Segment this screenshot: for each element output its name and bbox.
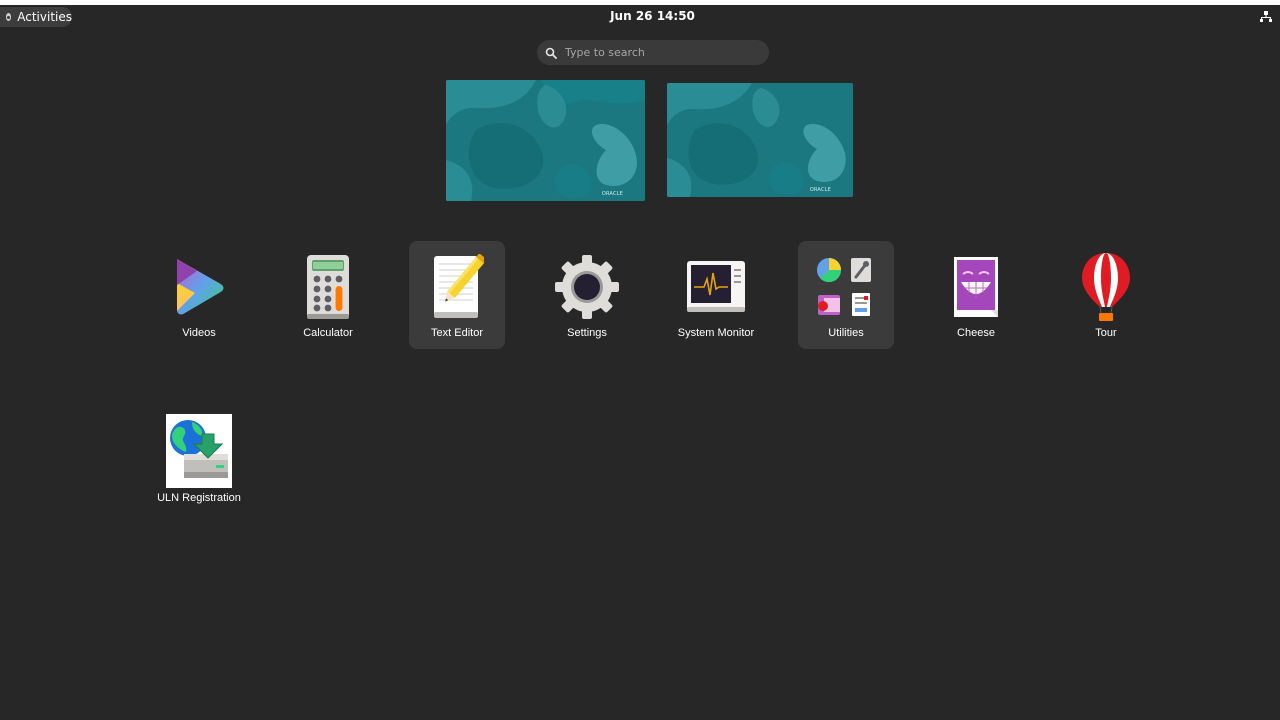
network-wired-icon[interactable] — [1260, 11, 1272, 23]
app-label: Videos — [182, 327, 216, 339]
settings-gear-icon — [555, 255, 619, 319]
app-folder-utilities[interactable]: Utilities — [798, 241, 894, 349]
wallpaper-image — [446, 80, 645, 201]
app-settings[interactable]: Settings — [539, 241, 635, 349]
app-label: Text Editor — [431, 327, 483, 339]
utilities-folder-icon — [817, 258, 871, 316]
workspace-thumbnail-1[interactable]: ORACLE — [446, 80, 645, 201]
tour-balloon-icon — [1082, 253, 1130, 321]
calculator-icon — [307, 255, 349, 319]
app-label: Tour — [1095, 327, 1117, 339]
top-bar: Activities Jun 26 14:50 — [0, 5, 1280, 28]
app-label: System Monitor — [677, 327, 755, 339]
app-text-editor[interactable]: Text Editor — [409, 241, 505, 349]
videos-icon — [177, 259, 224, 315]
activities-overview: Activities Jun 26 14:50 Type to search O… — [0, 0, 1280, 720]
app-system-monitor[interactable]: System Monitor — [668, 241, 764, 349]
cheese-icon — [954, 257, 998, 317]
search-input[interactable] — [565, 46, 755, 59]
workspace-thumbnail-2[interactable]: ORACLE — [667, 83, 853, 197]
wallpaper-brand-text: ORACLE — [601, 191, 623, 197]
app-calculator[interactable]: Calculator — [280, 241, 376, 349]
date-time-clock[interactable]: Jun 26 14:50 — [0, 9, 1280, 23]
wallpaper-image — [667, 83, 853, 197]
app-videos[interactable]: Videos — [151, 241, 247, 349]
search-field[interactable] — [537, 40, 769, 65]
app-tour[interactable]: Tour — [1058, 241, 1154, 349]
app-label: Utilities — [828, 327, 864, 339]
app-cheese[interactable]: Cheese — [928, 241, 1024, 349]
search-icon — [545, 47, 557, 59]
app-label: ULN Registration — [157, 492, 241, 504]
app-label: Cheese — [957, 327, 995, 339]
app-label: Settings — [567, 327, 607, 339]
wallpaper-brand-text: ORACLE — [809, 187, 831, 193]
uln-registration-icon — [166, 414, 232, 488]
app-uln-registration[interactable]: ULN Registration — [151, 405, 247, 513]
app-label: Calculator — [303, 327, 353, 339]
system-monitor-icon — [687, 261, 745, 312]
text-editor-icon — [434, 254, 484, 318]
